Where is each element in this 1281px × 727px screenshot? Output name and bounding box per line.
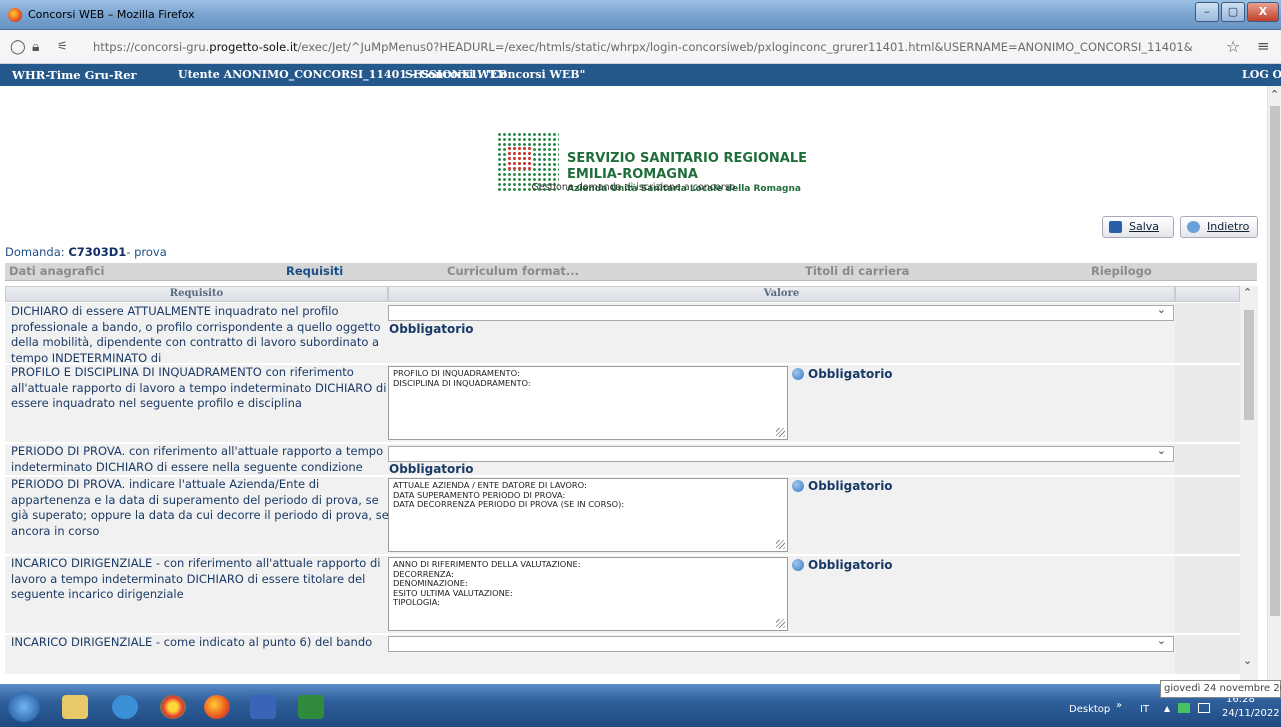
requisiti-table: Requisito Valore DICHIARO di essere ATTU… bbox=[5, 286, 1240, 680]
requirement-text: INCARICO DIRIGENZIALE - con riferimento … bbox=[11, 556, 381, 601]
value-textarea[interactable]: PROFILO DI INQUADRAMENTO: DISCIPLINA DI … bbox=[388, 366, 788, 440]
date-tooltip: giovedì 24 novembre 2022 bbox=[1160, 680, 1281, 698]
network-icon[interactable] bbox=[1198, 703, 1210, 713]
session-info: SESSIONE1: "Concorsi WEB" bbox=[405, 68, 586, 81]
explorer-icon[interactable] bbox=[62, 695, 88, 719]
chrome-icon[interactable] bbox=[160, 695, 186, 719]
col-header-extra bbox=[1175, 286, 1240, 302]
logo-line1: SERVIZIO SANITARIO REGIONALE bbox=[567, 151, 808, 166]
page-scrollbar[interactable]: ⌃ bbox=[1267, 86, 1281, 684]
value-textarea[interactable]: ATTUALE AZIENDA / ENTE DATORE DI LAVORO:… bbox=[388, 478, 788, 552]
mail-icon[interactable] bbox=[1178, 703, 1190, 713]
windows-taskbar: Desktop » IT ▲ 16:28 24/11/2022 bbox=[0, 684, 1281, 727]
page-content: SERVIZIO SANITARIO REGIONALE EMILIA-ROMA… bbox=[0, 86, 1267, 684]
page-scroll-thumb[interactable] bbox=[1270, 106, 1280, 616]
lock-icon[interactable]: 🔒︎ bbox=[32, 39, 39, 55]
value-textarea[interactable]: ANNO DI RIFERIMENTO DELLA VALUTAZIONE: D… bbox=[388, 557, 788, 631]
sync-icon[interactable] bbox=[792, 480, 804, 492]
table-row: INCARICO DIRIGENZIALE - come indicato al… bbox=[5, 634, 1240, 675]
tab-dati-anagrafici[interactable]: Dati anagrafici bbox=[9, 264, 104, 278]
value-select[interactable] bbox=[388, 634, 1174, 652]
col-header-valore: Valore bbox=[388, 286, 1175, 302]
start-button[interactable] bbox=[8, 692, 40, 722]
app-brand: WHR-Time Gru-Rer bbox=[12, 68, 137, 82]
requirement-text: PROFILO E DISCIPLINA DI INQUADRAMENTO co… bbox=[11, 365, 387, 410]
clock-date[interactable]: 24/11/2022 bbox=[1222, 708, 1280, 719]
desktop-label[interactable]: Desktop bbox=[1069, 704, 1110, 715]
table-row: PROFILO E DISCIPLINA DI INQUADRAMENTO co… bbox=[5, 365, 1240, 443]
tab-requisiti[interactable]: Requisiti bbox=[286, 264, 343, 278]
sync-icon[interactable] bbox=[792, 559, 804, 571]
shield-icon[interactable]: ◯ bbox=[10, 39, 26, 55]
ie-icon[interactable] bbox=[112, 695, 138, 719]
permissions-icon[interactable]: ⚟ bbox=[57, 39, 68, 53]
table-row: PERIODO DI PROVA. con riferimento all'at… bbox=[5, 444, 1240, 476]
back-arrow-icon bbox=[1187, 221, 1200, 233]
word-icon[interactable] bbox=[250, 695, 276, 719]
toolbar-chevron-icon[interactable]: » bbox=[1116, 700, 1122, 711]
close-button[interactable]: X bbox=[1247, 2, 1279, 22]
floppy-icon bbox=[1109, 221, 1122, 233]
requirement-text: DICHIARO di essere ATTUALMENTE inquadrat… bbox=[11, 304, 381, 365]
tab-riepilogo[interactable]: Riepilogo bbox=[1091, 264, 1152, 278]
menu-icon[interactable]: ≡ bbox=[1257, 37, 1270, 55]
table-row: DICHIARO di essere ATTUALMENTE inquadrat… bbox=[5, 303, 1240, 365]
tab-curriculum[interactable]: Curriculum format... bbox=[447, 264, 579, 278]
table-scrollbar[interactable]: ⌃ ⌄ bbox=[1240, 286, 1258, 680]
mandatory-label: Obbligatorio bbox=[792, 558, 893, 572]
requirement-text: INCARICO DIRIGENZIALE - come indicato al… bbox=[11, 635, 373, 649]
domanda-info: Domanda: C7303D1- prova bbox=[5, 245, 167, 259]
value-select[interactable] bbox=[388, 444, 1174, 462]
table-row: PERIODO DI PROVA. indicare l'attuale Azi… bbox=[5, 477, 1240, 555]
save-button[interactable]: Salva bbox=[1102, 216, 1174, 238]
back-button[interactable]: Indietro bbox=[1180, 216, 1258, 238]
tray-arrow-icon[interactable]: ▲ bbox=[1164, 704, 1170, 713]
mandatory-label: Obbligatorio bbox=[389, 462, 474, 476]
value-select[interactable] bbox=[388, 303, 1174, 321]
logout-link[interactable]: LOG OUT bbox=[1242, 68, 1281, 81]
tab-titoli-carriera[interactable]: Titoli di carriera bbox=[805, 264, 909, 278]
scroll-down-icon[interactable]: ⌄ bbox=[1243, 654, 1252, 667]
minimize-button[interactable]: – bbox=[1195, 2, 1219, 22]
requirement-text: PERIODO DI PROVA. indicare l'attuale Azi… bbox=[11, 477, 389, 538]
app-header: WHR-Time Gru-Rer Utente ANONIMO_CONCORSI… bbox=[0, 64, 1281, 86]
url-text[interactable]: https://concorsi-gru.progetto-sole.it/ex… bbox=[93, 40, 1193, 54]
table-row: INCARICO DIRIGENZIALE - con riferimento … bbox=[5, 556, 1240, 634]
page-scroll-up-icon[interactable]: ⌃ bbox=[1270, 88, 1279, 101]
address-bar[interactable]: ◯ 🔒︎ ⚟ https://concorsi-gru.progetto-sol… bbox=[0, 30, 1281, 64]
excel-icon[interactable] bbox=[298, 695, 324, 719]
bookmark-star-icon[interactable]: ☆ bbox=[1226, 37, 1240, 56]
col-header-requisito: Requisito bbox=[5, 286, 388, 302]
logo-line2: EMILIA-ROMAGNA bbox=[567, 167, 698, 182]
mandatory-label: Obbligatorio bbox=[792, 367, 893, 381]
tab-bar: Dati anagrafici Requisiti Curriculum for… bbox=[5, 263, 1257, 281]
firefox-taskbar-icon[interactable] bbox=[204, 695, 230, 719]
mandatory-label: Obbligatorio bbox=[389, 322, 474, 336]
scroll-thumb[interactable] bbox=[1244, 310, 1254, 420]
maximize-button[interactable]: ▢ bbox=[1221, 2, 1245, 22]
window-title: Concorsi WEB – Mozilla Firefox bbox=[28, 8, 195, 21]
mandatory-label: Obbligatorio bbox=[792, 479, 893, 493]
language-indicator[interactable]: IT bbox=[1140, 704, 1149, 715]
window-titlebar: Concorsi WEB – Mozilla Firefox – ▢ X bbox=[0, 0, 1281, 30]
requirement-text: PERIODO DI PROVA. con riferimento all'at… bbox=[11, 444, 384, 474]
page-subtitle: Gestione domanda di iscrizione a concors… bbox=[531, 182, 736, 193]
firefox-icon bbox=[8, 8, 22, 22]
scroll-up-icon[interactable]: ⌃ bbox=[1243, 286, 1252, 299]
sync-icon[interactable] bbox=[792, 368, 804, 380]
